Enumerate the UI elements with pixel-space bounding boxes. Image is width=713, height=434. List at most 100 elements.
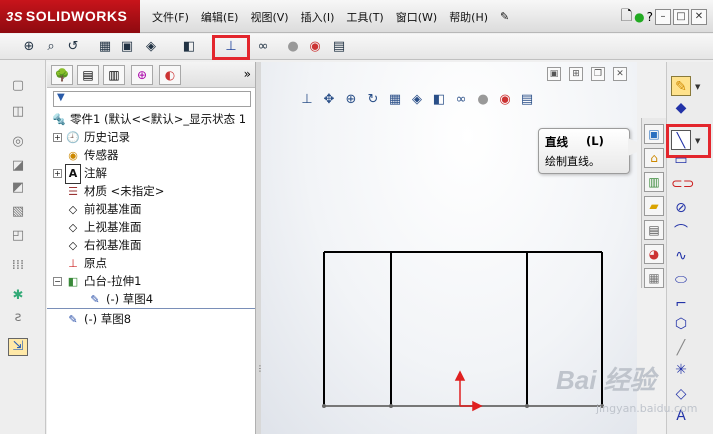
tree-item-sketch4[interactable]: ✎ (-) 草图4 [87, 290, 153, 308]
sweep-icon[interactable]: ◎ [8, 134, 28, 152]
tree-item-top-plane[interactable]: ◇ 上视基准面 [65, 218, 142, 236]
origin-axes-icon [454, 370, 483, 412]
menu-view[interactable]: 视图(V) [244, 9, 294, 25]
instant3d-icon[interactable]: ⇲ [8, 338, 28, 356]
pin-icon[interactable]: ✎ [494, 10, 515, 23]
sketch-icon: ✎ [90, 293, 100, 306]
title-controls: 🗋 ● ? – □ ✕ [621, 0, 713, 33]
appearance-icon[interactable]: ● [284, 38, 302, 56]
extrude-icon: ◧ [67, 275, 79, 288]
tree-item-annotations[interactable]: + A 注解 [53, 164, 107, 184]
previous-view-icon[interactable]: ↺ [64, 38, 82, 56]
tree-root[interactable]: 🔩 零件1 (默认<<默认>_显示状态 1 [51, 110, 246, 128]
tree-item-origin[interactable]: ⊥ 原点 [65, 254, 107, 272]
tree-item-sketch8[interactable]: ✎ (-) 草图8 [65, 310, 131, 328]
tree-item-right-plane[interactable]: ◇ 右视基准面 [65, 236, 142, 254]
cut-icon[interactable]: ▧ [8, 204, 28, 222]
logo-prefix: 3S [6, 9, 23, 24]
tooltip-description: 绘制直线。 [545, 155, 600, 168]
view-orientation-icon[interactable]: ◈ [142, 38, 160, 56]
tree-item-material[interactable]: ☰ 材质 <未指定> [65, 182, 164, 200]
plane-sketch-icon[interactable]: ◇ [671, 384, 691, 404]
minimize-button[interactable]: – [655, 8, 671, 25]
display-style-icon[interactable]: ◧ [180, 38, 198, 56]
scene-icon[interactable]: ◉ [306, 38, 324, 56]
highlight-normal-to [212, 35, 250, 60]
annotation-icon: A [65, 164, 81, 184]
revolve-boss-icon[interactable]: ◫ [8, 104, 28, 122]
display-manager-tab[interactable]: ◐ [159, 65, 181, 85]
panel-tabs: 🌳 ▤ ▥ ⊕ ◐ » [47, 62, 257, 88]
panel-expand-icon[interactable]: » [244, 67, 251, 81]
spline-icon[interactable]: ∿ [671, 246, 691, 266]
section-view-icon[interactable]: ▦ [96, 38, 114, 56]
reference-geometry-icon[interactable]: ✱ [8, 288, 28, 306]
loft-icon[interactable]: ◪ [8, 158, 28, 176]
plane-icon: ◇ [68, 221, 78, 234]
curves-icon[interactable]: ƨ [8, 310, 28, 328]
watermark-url: jingyan.baidu.com [596, 402, 698, 415]
traffic-light-icon[interactable]: ● [634, 10, 644, 24]
new-document-icon[interactable]: 🗋 [621, 5, 632, 29]
expand-icon[interactable]: + [53, 169, 62, 178]
sketch-point [389, 404, 393, 408]
resources-icon[interactable]: ▣ [644, 124, 664, 144]
menu-window[interactable]: 窗口(W) [390, 9, 443, 25]
slot-icon[interactable]: ⊂⊃ [671, 174, 694, 194]
view-settings-icon[interactable]: ▤ [330, 38, 348, 56]
help-icon[interactable]: ? [647, 10, 653, 24]
home-icon[interactable]: ⌂ [644, 148, 664, 168]
logo-text: SOLIDWORKS [25, 8, 128, 24]
restore-button[interactable]: □ [673, 8, 689, 25]
tree-item-front-plane[interactable]: ◇ 前视基准面 [65, 200, 142, 218]
solidworks-logo[interactable]: 3S SOLIDWORKS [0, 0, 140, 33]
centerline-icon[interactable]: ╱ [671, 338, 691, 358]
configuration-manager-tab[interactable]: ▥ [103, 65, 125, 85]
tooltip-title: 直线 [545, 135, 568, 149]
menu-insert[interactable]: 插入(I) [295, 9, 341, 25]
polygon-icon[interactable]: ⬡ [671, 314, 691, 334]
boundary-icon[interactable]: ◩ [8, 180, 28, 198]
plane-icon: ◇ [68, 203, 78, 216]
part-icon: 🔩 [52, 113, 66, 126]
sketch-icon[interactable]: ✎ [671, 76, 691, 96]
sketch-dropdown-icon[interactable]: ▼ [695, 82, 703, 92]
circle-icon[interactable]: ⊘ [671, 198, 691, 218]
collapse-icon[interactable]: − [53, 277, 62, 286]
custom-properties-icon[interactable]: ▦ [644, 268, 664, 288]
filter-icon: ▼ [57, 92, 65, 103]
appearances-icon[interactable]: ◕ [644, 244, 664, 264]
pattern-icon[interactable]: ⁞⁞⁞ [8, 258, 28, 276]
menu-file[interactable]: 文件(F) [146, 9, 195, 25]
smart-dimension-icon[interactable]: ◆ [671, 98, 691, 118]
feature-tree-tab[interactable]: 🌳 [51, 65, 73, 85]
menu-edit[interactable]: 编辑(E) [195, 9, 245, 25]
arc-icon[interactable]: ⌒ [671, 222, 691, 242]
menu-help[interactable]: 帮助(H) [443, 9, 494, 25]
filter-field[interactable]: ▼ [53, 91, 251, 107]
dynamic-annotation-icon[interactable]: ▣ [118, 38, 136, 56]
ellipse-icon[interactable]: ⬭ [671, 270, 691, 290]
expand-icon[interactable]: + [53, 133, 62, 142]
property-manager-tab[interactable]: ▤ [77, 65, 99, 85]
rectangle-icon[interactable]: ▭ [671, 150, 691, 170]
tree-item-sensors[interactable]: ◉ 传感器 [65, 146, 118, 164]
design-library-icon[interactable]: ▥ [644, 172, 664, 192]
close-button[interactable]: ✕ [691, 8, 707, 25]
dimxpert-tab[interactable]: ⊕ [131, 65, 153, 85]
view-palette-icon[interactable]: ▤ [644, 220, 664, 240]
tree-item-extrude[interactable]: − ◧ 凸台-拉伸1 [53, 272, 141, 290]
line-tooltip: 直线 (L) 绘制直线。 [538, 128, 630, 174]
point-icon[interactable]: ✳ [671, 360, 691, 380]
zoom-to-fit-icon[interactable]: ⊕ [20, 38, 38, 56]
fillet-sketch-icon[interactable]: ⌐ [671, 294, 691, 314]
zoom-area-icon[interactable]: ⌕ [42, 38, 60, 56]
fillet-icon[interactable]: ◰ [8, 228, 28, 246]
sketch-point [525, 404, 529, 408]
file-explorer-icon[interactable]: ▰ [644, 196, 664, 216]
menu-tools[interactable]: 工具(T) [340, 9, 389, 25]
rollback-bar[interactable] [47, 308, 257, 309]
hide-show-icon[interactable]: ∞ [254, 38, 272, 56]
tree-item-history[interactable]: + 🕘 历史记录 [53, 128, 130, 146]
extrude-boss-icon[interactable]: ▢ [8, 78, 28, 96]
